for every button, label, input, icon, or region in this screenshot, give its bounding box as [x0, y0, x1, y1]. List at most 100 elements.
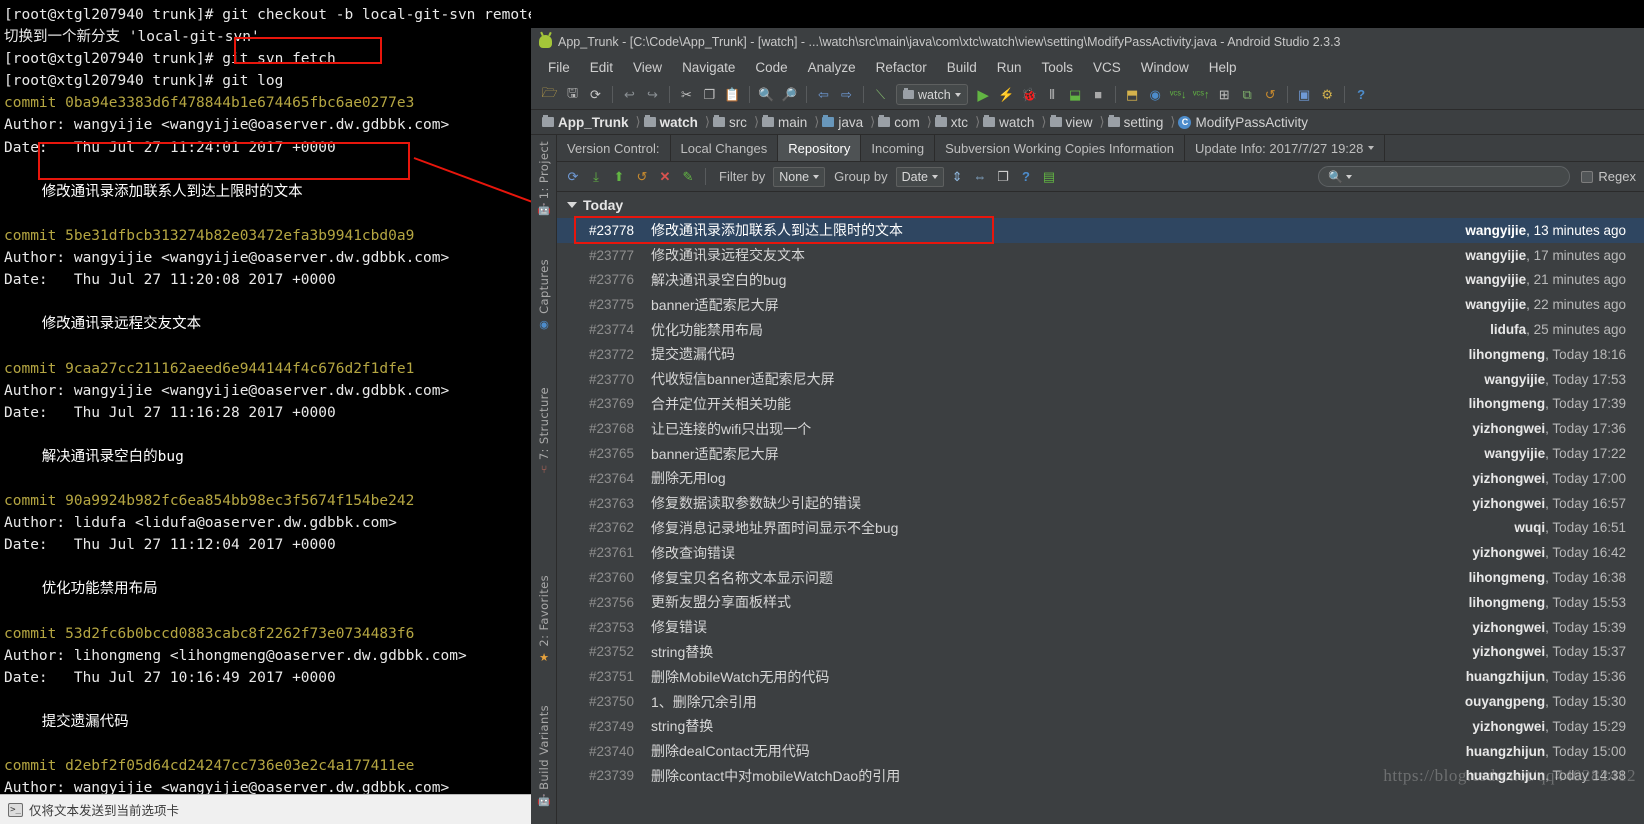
sync-icon[interactable]: ⟳ [585, 84, 606, 105]
delete-icon[interactable]: ✕ [655, 167, 675, 187]
breadcrumb-item-setting[interactable]: setting [1105, 115, 1171, 130]
commit-row[interactable]: #23770 代收短信banner适配索尼大屏 wangyijie, Today 1… [557, 367, 1644, 392]
update-icon[interactable]: ⤓ [586, 167, 606, 187]
run-configuration-selector[interactable]: watch [896, 84, 968, 105]
commit-row[interactable]: #23763 修复数据读取参数缺少引起的错误 yizhongwei, Today 1… [557, 491, 1644, 516]
breadcrumb-item-modifypassactivity[interactable]: C ModifyPassActivity [1175, 115, 1315, 130]
commit-row[interactable]: #23762 修复消息记录地址界面时间显示不全bug wuqi, Today 16:… [557, 516, 1644, 541]
edit-icon[interactable]: ✎ [678, 167, 698, 187]
commit-row[interactable]: #23739 删除contact中对mobileWatchDao的引用 huangz… [557, 764, 1644, 789]
layout-inspector-icon[interactable]: ▣ [1294, 84, 1315, 105]
commit-row[interactable]: #23769 合并定位开关相关功能 lihongmeng, Today 17:39 [557, 392, 1644, 417]
rollback-icon[interactable]: ↺ [632, 167, 652, 187]
compare-icon[interactable]: ⊞ [1214, 84, 1235, 105]
refresh-icon[interactable]: ⟳ [563, 167, 583, 187]
help-icon[interactable]: ? [1351, 84, 1372, 105]
commit-row[interactable]: #23774 优化功能禁用布局 lidufa, 25 minutes ago [557, 317, 1644, 342]
breadcrumb-item-watch[interactable]: watch [641, 115, 705, 130]
sdk-manager-icon[interactable]: ⬒ [1122, 84, 1143, 105]
search-input[interactable]: 🔍 [1318, 166, 1571, 187]
project-structure-icon[interactable]: ⚙ [1317, 84, 1338, 105]
menu-item-vcs[interactable]: VCS [1084, 58, 1130, 77]
tool-window-tab-project[interactable]: 1: Project 🤖 [531, 141, 557, 216]
commit-icon[interactable]: ⬆ [609, 167, 629, 187]
expand-all-icon[interactable]: ⇕ [947, 167, 967, 187]
replace-icon[interactable]: 🔎 [779, 84, 800, 105]
breadcrumb[interactable]: App_Trunk ⟩ watch ⟩ src ⟩ main ⟩ java ⟩ com ⟩ xtc ⟩ wa… [531, 110, 1644, 135]
back-icon[interactable]: ⇦ [813, 84, 834, 105]
vc-tab-subversion-working-copies-information[interactable]: Subversion Working Copies Information [935, 135, 1185, 161]
vc-tab-update-info-2017-7-27-19-28[interactable]: Update Info: 2017/7/27 19:28 [1185, 135, 1386, 161]
commit-row[interactable]: #23765 banner适配索尼大屏 wangyijie, Today 17:22 [557, 441, 1644, 466]
menu-item-help[interactable]: Help [1200, 58, 1246, 77]
tool-window-tab-structure[interactable]: 7: Structure ⑂ [531, 387, 557, 476]
profile-icon[interactable]: ⬓ [1065, 84, 1086, 105]
paste-icon[interactable]: 📋 [722, 84, 743, 105]
find-icon[interactable]: 🔍 [756, 84, 777, 105]
help-icon[interactable]: ? [1016, 167, 1036, 187]
menu-item-code[interactable]: Code [746, 58, 796, 77]
cut-icon[interactable]: ✂ [676, 84, 697, 105]
left-tool-window-strip[interactable]: 1: Project 🤖 Captures ◉ 7: Structure ⑂ 2: Favo… [531, 135, 557, 824]
version-control-toolbar[interactable]: ⟳ ⤓ ⬆ ↺ ✕ ✎ Filter by None Group by Date [557, 162, 1644, 192]
commit-row[interactable]: #23752 string替换 yizhongwei, Today 15:37 [557, 640, 1644, 665]
save-all-icon[interactable]: 🖫 [562, 84, 583, 105]
group-by-select[interactable]: Date [895, 166, 945, 187]
attach-debugger-icon[interactable]: ⫴ [1042, 84, 1063, 105]
vcs-operations-icon[interactable]: ⧉ [1237, 84, 1258, 105]
commit-row[interactable]: #23761 修改查询错误 yizhongwei, Today 16:42 [557, 540, 1644, 565]
show-details-icon[interactable]: ▤ [1039, 167, 1059, 187]
breadcrumb-item-xtc[interactable]: xtc [932, 115, 975, 130]
breadcrumb-item-src[interactable]: src [710, 115, 754, 130]
copy-icon[interactable]: ❐ [699, 84, 720, 105]
copy-revision-icon[interactable]: ❐ [993, 167, 1013, 187]
menu-item-window[interactable]: Window [1132, 58, 1198, 77]
commit-row[interactable]: #23740 删除dealContact无用代码 huangzhijun, Toda… [557, 739, 1644, 764]
commit-row[interactable]: #23777 修改通讯录远程交友文本 wangyijie, 17 minutes a… [557, 243, 1644, 268]
run-icon[interactable]: ▶ [973, 84, 994, 105]
tool-window-tab-build-variants[interactable]: Build Variants 🤖 [531, 705, 557, 807]
commit-row[interactable]: #23768 让已连接的wifi只出现一个 yizhongwei, Today 17… [557, 416, 1644, 441]
apply-changes-icon[interactable]: ⚡ [996, 84, 1017, 105]
commit-row[interactable]: #23750 1、删除冗余引用 ouyangpeng, Today 15:30 [557, 689, 1644, 714]
commit-row[interactable]: #23753 修复错误 yizhongwei, Today 15:39 [557, 615, 1644, 640]
commit-row[interactable]: #23760 修复宝贝名名称文本显示问题 lihongmeng, Today 16:… [557, 565, 1644, 590]
update-project-icon[interactable]: ᵛᶜˢ↓ [1168, 84, 1189, 105]
breadcrumb-item-view[interactable]: view [1047, 115, 1100, 130]
menu-item-analyze[interactable]: Analyze [799, 58, 865, 77]
commit-row[interactable]: #23775 banner适配索尼大屏 wangyijie, 22 minutes … [557, 292, 1644, 317]
breadcrumb-item-java[interactable]: java [819, 115, 870, 130]
ide-menu-bar[interactable]: File Edit View Navigate Code Analyze Refactor B… [531, 55, 1644, 80]
menu-item-run[interactable]: Run [988, 58, 1031, 77]
filter-by-select[interactable]: None [773, 166, 826, 187]
commit-row[interactable]: #23776 解决通讯录空白的bug wangyijie, 21 minutes a… [557, 268, 1644, 293]
commit-changes-icon[interactable]: ᵛᶜˢ↑ [1191, 84, 1212, 105]
breadcrumb-item-com[interactable]: com [875, 115, 927, 130]
collapse-all-icon[interactable]: ⇔ [970, 167, 990, 187]
vc-tab-incoming[interactable]: Incoming [861, 135, 936, 161]
commit-row[interactable]: #23778 修改通讯录添加联系人到达上限时的文本 wangyijie, 13 mi… [557, 218, 1644, 243]
gradle-sync-icon[interactable]: ⟍ [870, 84, 891, 105]
menu-item-file[interactable]: File [539, 58, 579, 77]
commit-row[interactable]: #23749 string替换 yizhongwei, Today 15:29 [557, 714, 1644, 739]
breadcrumb-item-app_trunk[interactable]: App_Trunk [539, 115, 636, 130]
forward-icon[interactable]: ⇨ [836, 84, 857, 105]
menu-item-build[interactable]: Build [938, 58, 986, 77]
breadcrumb-item-main[interactable]: main [759, 115, 814, 130]
vc-tab-local-changes[interactable]: Local Changes [671, 135, 779, 161]
commit-group-header[interactable]: Today [557, 192, 1644, 218]
regex-checkbox[interactable]: Regex [1581, 169, 1636, 184]
menu-item-view[interactable]: View [624, 58, 671, 77]
terminal-output[interactable]: [root@xtgl207940 trunk]# git checkout -b… [0, 0, 531, 818]
menu-item-tools[interactable]: Tools [1033, 58, 1083, 77]
stop-icon[interactable]: ■ [1088, 84, 1109, 105]
version-control-tab-bar[interactable]: Version Control: Local Changes Repository… [557, 135, 1644, 162]
tool-window-tab-favorites[interactable]: 2: Favorites ★ [531, 575, 557, 664]
menu-item-refactor[interactable]: Refactor [867, 58, 936, 77]
breadcrumb-item-watch[interactable]: watch [980, 115, 1041, 130]
menu-item-edit[interactable]: Edit [581, 58, 622, 77]
debug-icon[interactable]: 🐞 [1019, 84, 1040, 105]
menu-item-navigate[interactable]: Navigate [673, 58, 744, 77]
commit-row[interactable]: #23756 更新友盟分享面板样式 lihongmeng, Today 15:53 [557, 590, 1644, 615]
redo-icon[interactable]: ↪ [642, 84, 663, 105]
